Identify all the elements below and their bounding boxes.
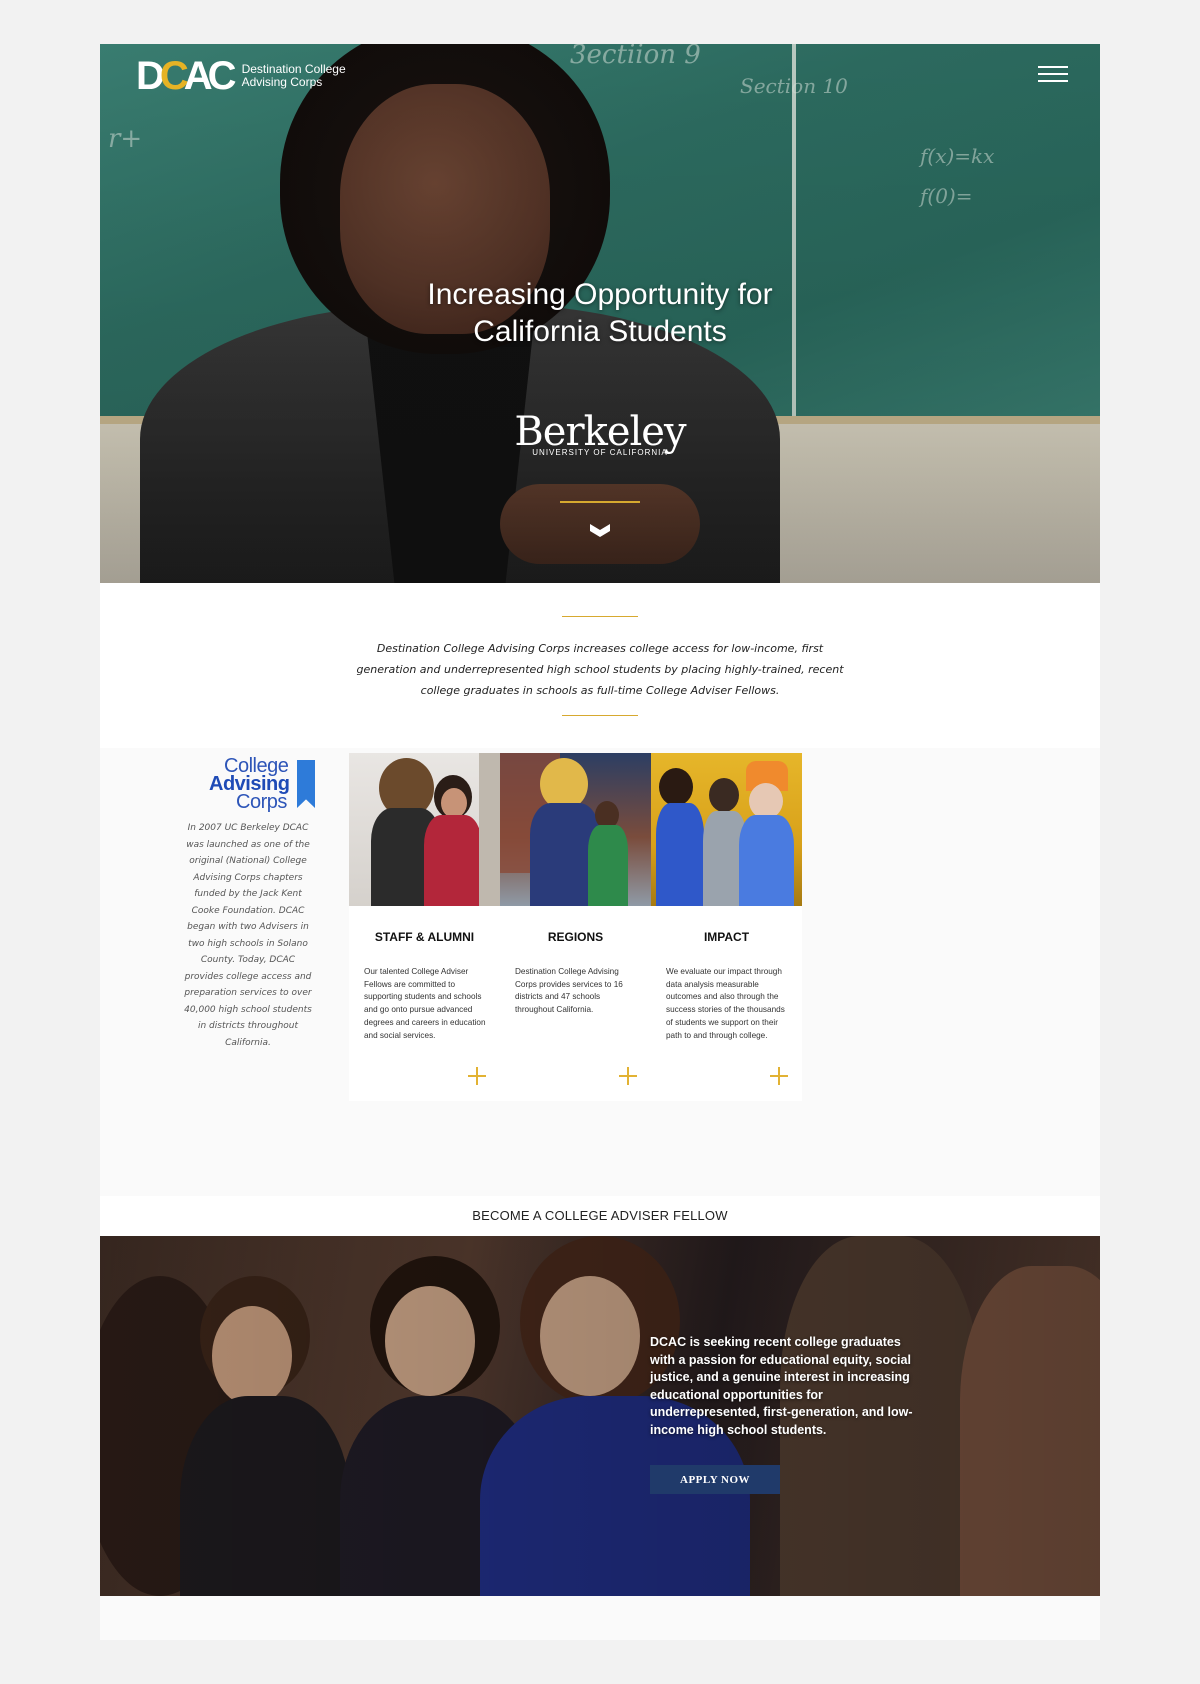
impact-photo bbox=[651, 753, 802, 906]
card-description: We evaluate our impact through data anal… bbox=[666, 967, 785, 1040]
plus-icon[interactable] bbox=[768, 1065, 790, 1087]
card-description: Our talented College Adviser Fellows are… bbox=[364, 967, 486, 1040]
card-description: Destination College Advising Corps provi… bbox=[515, 967, 623, 1015]
staff-photo bbox=[349, 753, 500, 906]
cac-logo-line-3: Corps bbox=[236, 791, 287, 813]
chevron-down-icon[interactable] bbox=[588, 522, 612, 538]
berkeley-logo: Berkeley UNIVERSITY OF CALIFORNIA bbox=[480, 412, 720, 457]
gold-rule-top bbox=[562, 616, 638, 617]
card-title: STAFF & ALUMNI bbox=[374, 930, 475, 944]
berkeley-wordmark: Berkeley bbox=[514, 409, 686, 455]
logo-line-2: Advising Corps bbox=[241, 75, 323, 89]
hero-section: 3ectiion 9 Section 10 f(x)=kx f(0)= r+ D… bbox=[100, 44, 1100, 583]
mission-statement: Destination College Advising Corps incre… bbox=[356, 642, 844, 697]
hero-divider bbox=[560, 501, 640, 503]
regions-photo bbox=[500, 753, 651, 906]
card-title: REGIONS bbox=[547, 930, 604, 944]
plus-icon[interactable] bbox=[617, 1065, 639, 1087]
card-title: IMPACT bbox=[703, 930, 750, 944]
plus-icon[interactable] bbox=[466, 1065, 488, 1087]
card-staff-alumni[interactable]: STAFF & ALUMNI Our talented College Advi… bbox=[349, 753, 500, 1101]
hero-title-line-1: Increasing Opportunity for bbox=[427, 278, 773, 311]
logo-mark: DCAC bbox=[136, 54, 237, 98]
hero-title: Increasing Opportunity for California St… bbox=[300, 276, 900, 350]
mission-section: Destination College Advising Corps incre… bbox=[100, 583, 1100, 748]
card-impact[interactable]: IMPACT We evaluate our impact through da… bbox=[651, 753, 802, 1101]
hero-title-line-2: California Students bbox=[473, 315, 727, 348]
apply-now-button[interactable]: APPLY NOW bbox=[650, 1465, 780, 1494]
feature-cards: STAFF & ALUMNI Our talented College Advi… bbox=[349, 753, 802, 1101]
card-regions[interactable]: REGIONS Destination College Advising Cor… bbox=[500, 753, 651, 1101]
gold-rule-bottom bbox=[562, 715, 638, 716]
about-text: In 2007 UC Berkeley DCAC was launched as… bbox=[184, 823, 312, 1048]
menu-icon[interactable] bbox=[1038, 66, 1070, 84]
logo-text: Destination College Advising Corps bbox=[242, 63, 352, 89]
site-logo[interactable]: DCAC Destination College Advising Corps bbox=[136, 56, 352, 96]
